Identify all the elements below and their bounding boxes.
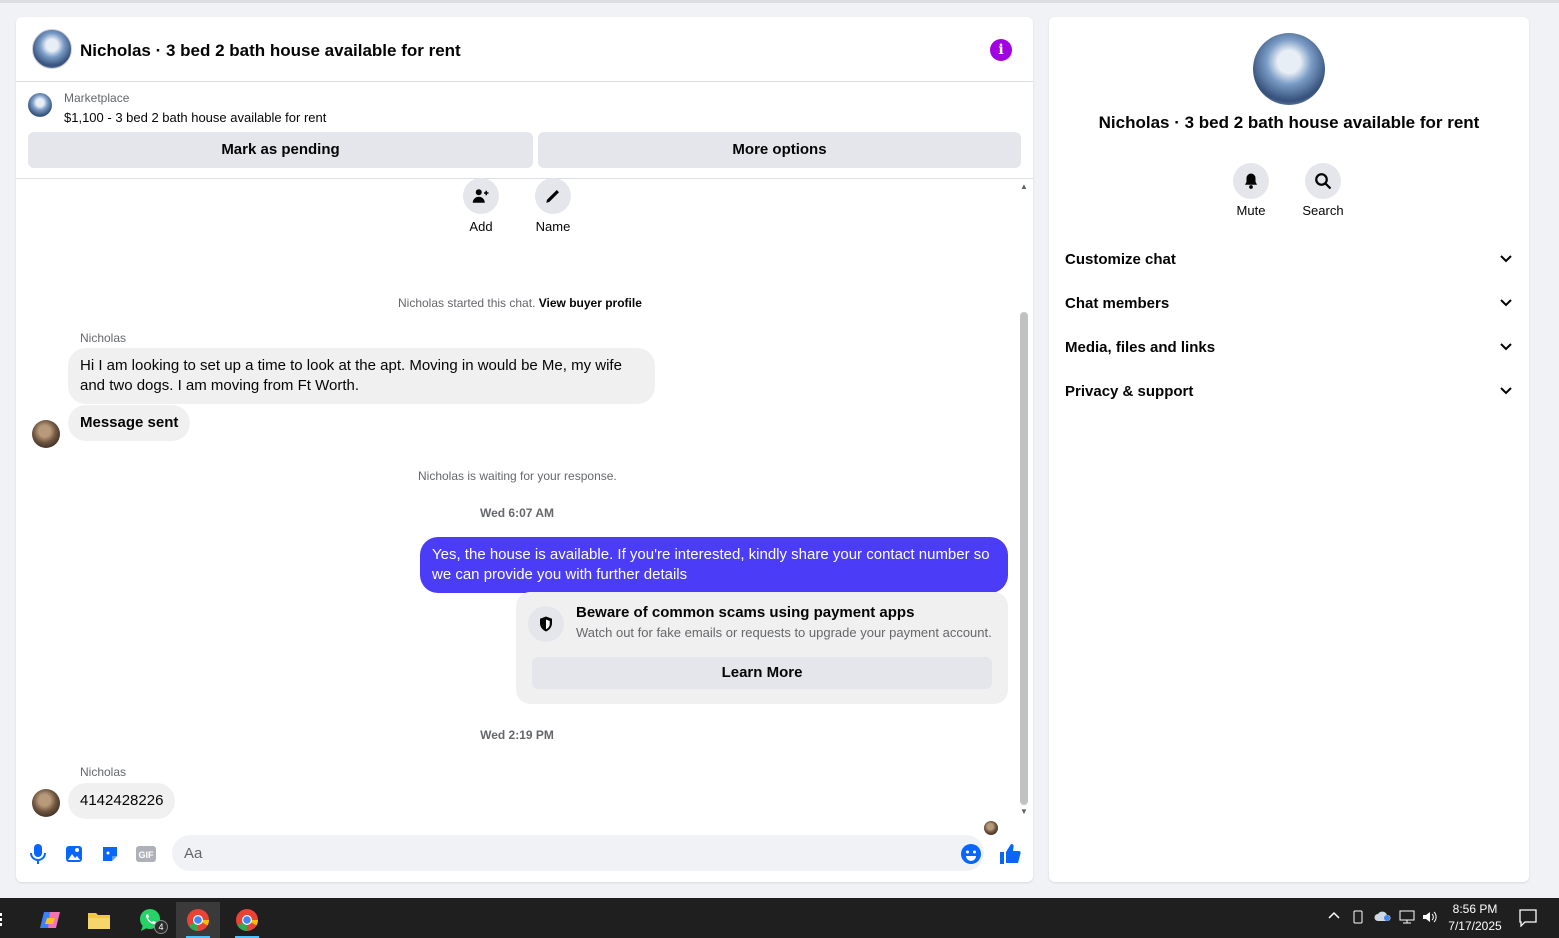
sender-name: Nicholas [80, 331, 127, 345]
emoji-icon[interactable] [959, 842, 983, 866]
info-icon[interactable]: i [990, 39, 1012, 61]
scam-description: Watch out for fake emails or requests to… [576, 625, 992, 640]
scroll-down-arrow[interactable]: ▼ [1019, 808, 1029, 816]
chrome-profile-icon[interactable] [225, 902, 269, 938]
photo-icon[interactable] [62, 842, 86, 866]
search-icon [1315, 173, 1332, 190]
sender-avatar[interactable] [32, 789, 60, 817]
chat-title[interactable]: Nicholas · 3 bed 2 bath house available … [80, 41, 461, 61]
add-label: Add [469, 219, 493, 234]
system-clock[interactable]: 8:56 PM 7/17/2025 [1440, 901, 1510, 935]
shield-icon [528, 606, 564, 642]
name-label: Name [535, 219, 571, 234]
sender-avatar[interactable] [32, 420, 60, 448]
privacy-support-section[interactable]: Privacy & support [1065, 371, 1513, 411]
listing-name[interactable]: $1,100 - 3 bed 2 bath house available fo… [64, 110, 326, 125]
edit-name-button[interactable] [535, 178, 571, 214]
sender-name: Nicholas [80, 765, 127, 779]
notifications-icon[interactable] [1519, 909, 1537, 930]
add-person-icon [472, 189, 489, 203]
chat-info-panel: Nicholas · 3 bed 2 bath house available … [1049, 17, 1529, 882]
incoming-message[interactable]: Hi I am looking to set up a time to look… [68, 348, 655, 404]
timestamp: Wed 6:07 AM [479, 506, 554, 520]
section-label: Privacy & support [1065, 382, 1194, 400]
network-icon[interactable] [1399, 910, 1415, 927]
learn-more-button[interactable]: Learn More [532, 657, 992, 689]
mute-button[interactable] [1233, 163, 1269, 199]
thumbs-up-icon[interactable] [998, 842, 1022, 866]
chat-started-text: Nicholas started this chat. [398, 296, 536, 310]
microphone-icon[interactable] [26, 842, 50, 866]
whatsapp-badge: 4 [154, 920, 168, 934]
scroll-up-arrow[interactable]: ▲ [1019, 183, 1029, 191]
task-view-icon[interactable] [0, 902, 14, 938]
add-person-button[interactable] [463, 178, 499, 214]
listing-bar: Marketplace $1,100 - 3 bed 2 bath house … [16, 83, 1033, 179]
chrome-icon[interactable] [176, 902, 220, 938]
section-label: Chat members [1065, 294, 1170, 312]
chevron-down-icon [1499, 296, 1513, 310]
copilot-icon[interactable] [28, 902, 72, 938]
incoming-message[interactable]: Message sent [68, 405, 191, 441]
file-explorer-icon[interactable] [77, 902, 121, 938]
more-options-button[interactable]: More options [538, 132, 1021, 168]
sticker-icon[interactable] [98, 842, 122, 866]
profile-avatar[interactable] [1253, 33, 1325, 105]
mute-label: Mute [1236, 203, 1266, 218]
volume-icon[interactable] [1422, 910, 1438, 927]
incoming-message[interactable]: 4142428226 [68, 783, 176, 819]
customize-chat-section[interactable]: Customize chat [1065, 239, 1513, 279]
chat-members-section[interactable]: Chat members [1065, 283, 1513, 323]
message-input[interactable] [172, 835, 984, 871]
taskbar: 4 8:56 PM 7/17/2025 [0, 898, 1559, 938]
tray-overflow-icon[interactable] [1328, 910, 1340, 922]
section-label: Media, files and links [1065, 338, 1216, 356]
mark-as-pending-button[interactable]: Mark as pending [28, 132, 533, 168]
bell-icon [1245, 173, 1257, 189]
media-files-links-section[interactable]: Media, files and links [1065, 327, 1513, 367]
device-icon[interactable] [1352, 910, 1364, 927]
search-button[interactable] [1305, 163, 1341, 199]
gif-icon[interactable]: GIF [134, 842, 158, 866]
listing-source: Marketplace [64, 91, 130, 105]
outgoing-message[interactable]: Yes, the house is available. If you're i… [420, 537, 1008, 593]
listing-thumbnail[interactable] [28, 93, 52, 117]
message-list: Add Name Nicholas started this chat. Vie… [16, 178, 1033, 835]
clock-time: 8:56 PM [1452, 902, 1498, 916]
clock-date: 7/17/2025 [1448, 919, 1502, 933]
whatsapp-icon[interactable]: 4 [128, 902, 172, 938]
profile-title: Nicholas · 3 bed 2 bath house available … [1098, 113, 1480, 132]
section-label: Customize chat [1065, 250, 1176, 268]
chevron-down-icon [1499, 384, 1513, 398]
svg-text:GIF: GIF [139, 850, 155, 860]
chevron-down-icon [1499, 252, 1513, 266]
pencil-icon [546, 190, 559, 203]
scroll-thumb[interactable] [1020, 312, 1028, 805]
scam-title: Beware of common scams using payment app… [576, 604, 915, 621]
chevron-down-icon [1499, 340, 1513, 354]
cloud-icon[interactable] [1374, 910, 1392, 925]
message-scrollbar[interactable]: ▲ ▼ [1018, 180, 1030, 830]
chat-started-note: Nicholas started this chat. View buyer p… [398, 296, 642, 310]
timestamp: Wed 2:19 PM [480, 728, 554, 742]
composer: GIF [16, 830, 1033, 882]
chat-header: Nicholas · 3 bed 2 bath house available … [16, 17, 1033, 82]
waiting-note: Nicholas is waiting for your response. [418, 469, 617, 483]
view-buyer-profile-link[interactable]: View buyer profile [539, 296, 642, 310]
chat-avatar[interactable] [32, 29, 72, 69]
scam-warning-card: Beware of common scams using payment app… [516, 592, 1008, 704]
search-label: Search [1302, 203, 1344, 218]
chat-panel: Nicholas · 3 bed 2 bath house available … [16, 17, 1033, 882]
top-border [0, 0, 1559, 3]
